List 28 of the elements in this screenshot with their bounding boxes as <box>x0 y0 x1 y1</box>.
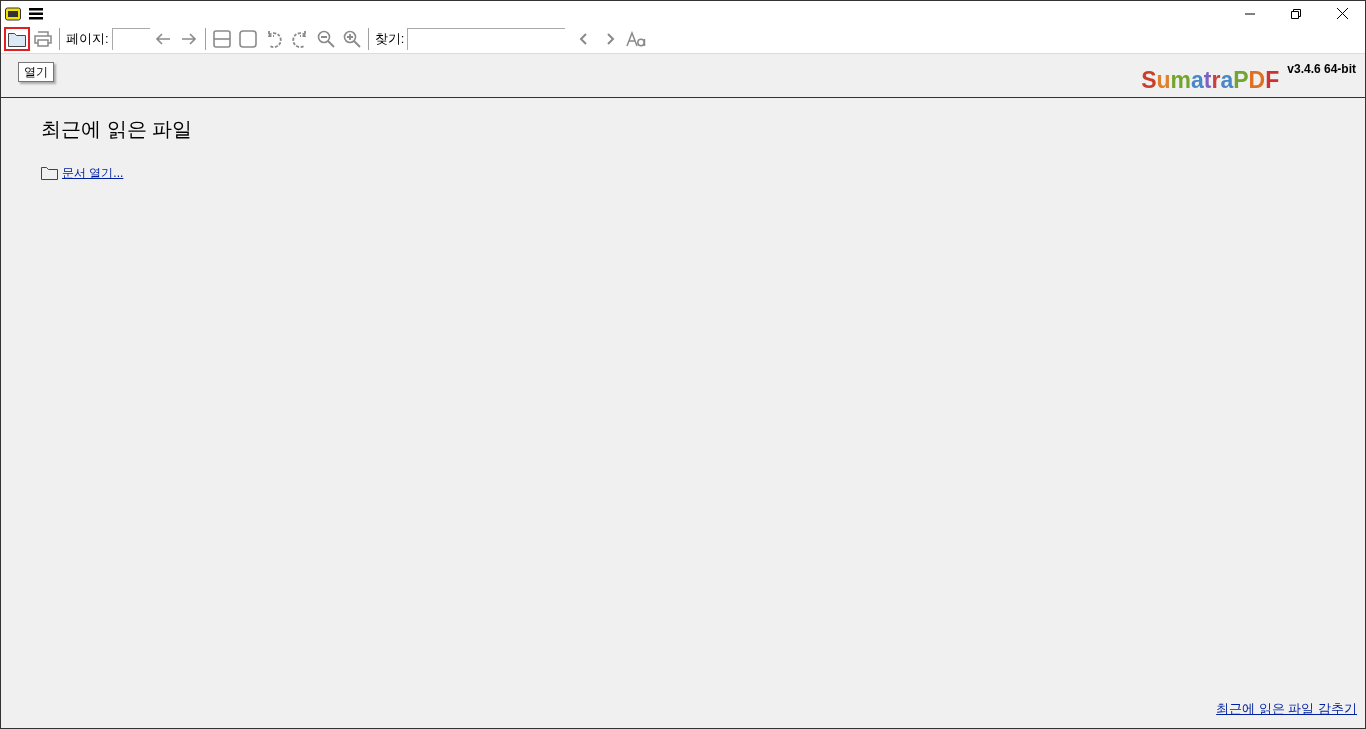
page-split-icon <box>212 30 231 48</box>
recent-files-heading: 최근에 읽은 파일 <box>41 117 193 142</box>
page-input[interactable] <box>111 28 150 50</box>
page-label: 페이지: <box>66 30 109 49</box>
menu-icon[interactable] <box>29 7 43 20</box>
zoom-out-icon <box>316 30 335 48</box>
find-label: 찾기: <box>374 30 405 49</box>
chevron-left-icon <box>579 32 590 46</box>
close-icon <box>1336 8 1348 19</box>
right-arrow-icon <box>180 32 197 46</box>
tooltip: 열기 <box>18 62 54 82</box>
version-text: v3.4.6 64-bit <box>1287 61 1356 78</box>
folder-icon <box>8 31 26 47</box>
restore-icon <box>1291 8 1301 19</box>
app-logo-text: SumatraPDF <box>1141 66 1280 95</box>
printer-icon <box>34 31 52 47</box>
open-button[interactable] <box>4 27 30 51</box>
zoom-in-icon <box>342 30 361 48</box>
chevron-right-icon <box>605 32 616 46</box>
left-arrow-icon <box>154 32 171 46</box>
find-input[interactable] <box>407 28 566 50</box>
open-document-link[interactable]: 문서 열기... <box>62 164 124 182</box>
page-icon <box>238 30 257 48</box>
folder-icon <box>41 166 58 180</box>
hide-recent-files-link[interactable]: 최근에 읽은 파일 감추기 <box>1216 698 1357 718</box>
rotate-right-icon <box>290 30 309 48</box>
app-logo-icon <box>5 6 21 21</box>
match-case-icon <box>626 31 647 47</box>
